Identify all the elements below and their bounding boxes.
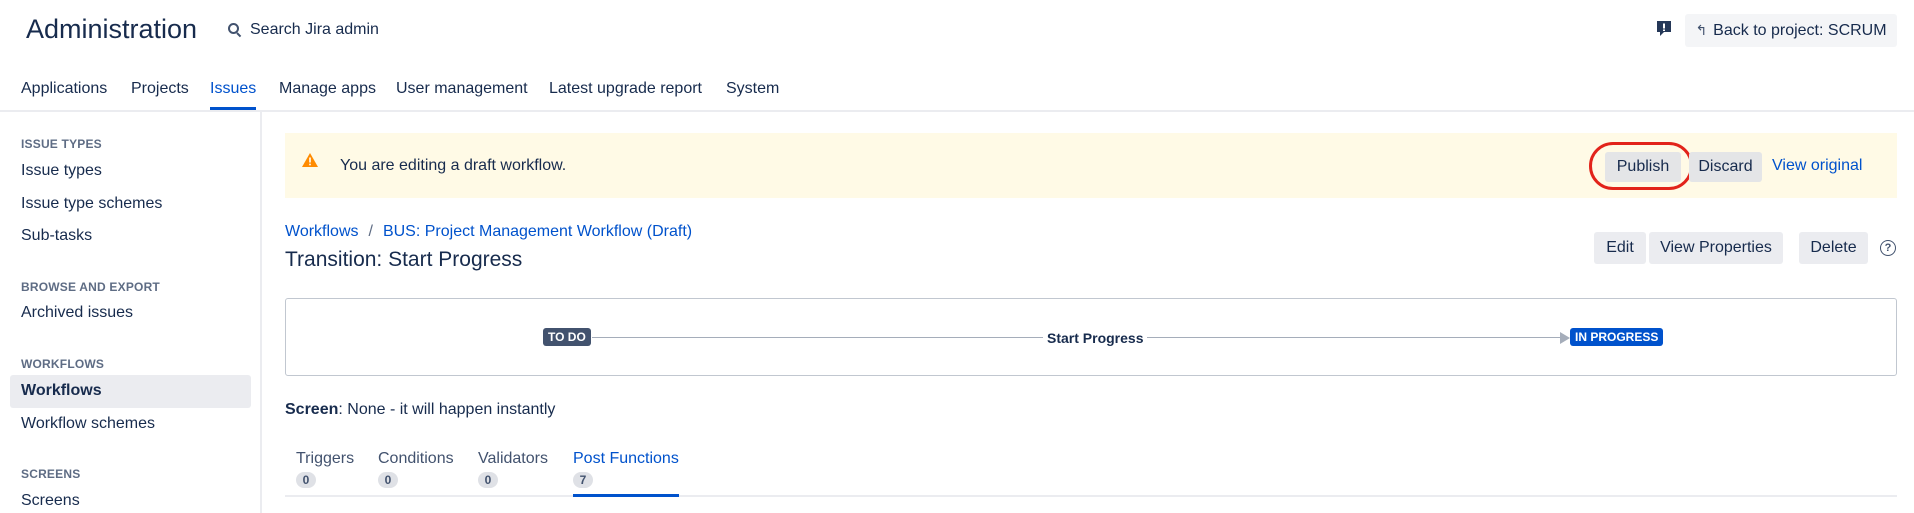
page-title: Transition: Start Progress	[285, 248, 523, 271]
sidebar-item-workflows[interactable]: Workflows	[21, 382, 102, 400]
tab-triggers-label: Triggers	[296, 450, 355, 467]
admin-top-nav: Applications Projects Issues Manage apps…	[0, 62, 1914, 112]
search-icon	[228, 23, 242, 37]
sidebar-heading-browse-and-export: BROWSE AND EXPORT	[21, 280, 160, 294]
tab-conditions-label: Conditions	[378, 450, 454, 467]
tab-issues[interactable]: Issues	[210, 80, 257, 110]
back-arrow-icon: ↰	[1695, 22, 1708, 38]
tab-conditions-count: 0	[378, 472, 398, 488]
sidebar-heading-workflows: WORKFLOWS	[21, 357, 105, 371]
transition-diagram: TO DO Start Progress IN PROGRESS	[285, 298, 1897, 376]
sidebar-item-issue-type-schemes[interactable]: Issue type schemes	[21, 195, 162, 213]
tab-validators-label: Validators	[478, 450, 548, 467]
sidebar-item-archived-issues[interactable]: Archived issues	[21, 304, 133, 322]
edit-button[interactable]: Edit	[1594, 232, 1646, 264]
sidebar-item-workflow-schemes[interactable]: Workflow schemes	[21, 415, 155, 433]
status-todo: TO DO	[543, 328, 591, 346]
tab-system[interactable]: System	[726, 80, 779, 110]
delete-button[interactable]: Delete	[1799, 232, 1868, 264]
breadcrumb: Workflows / BUS: Project Management Work…	[285, 223, 692, 241]
discard-button[interactable]: Discard	[1689, 152, 1762, 182]
tab-latest-upgrade-report[interactable]: Latest upgrade report	[549, 80, 702, 110]
breadcrumb-workflows[interactable]: Workflows	[285, 223, 359, 241]
transition-label: Start Progress	[1043, 330, 1148, 346]
feedback-icon[interactable]	[1655, 20, 1673, 38]
draft-message: You are editing a draft workflow.	[340, 157, 567, 174]
screen-label: Screen	[285, 401, 339, 418]
tab-post-functions-count: 7	[573, 472, 593, 488]
back-to-project-button[interactable]: ↰ Back to project: SCRUM	[1685, 14, 1897, 47]
back-button-label: Back to project: SCRUM	[1713, 21, 1887, 39]
tab-applications[interactable]: Applications	[21, 80, 107, 110]
tab-triggers[interactable]: Triggers 0	[296, 450, 354, 497]
sidebar-heading-issue-types: ISSUE TYPES	[21, 137, 102, 151]
transition-arrow-icon	[1560, 332, 1570, 344]
header: Administration Search Jira admin ↰ Back …	[0, 0, 1914, 62]
breadcrumb-separator: /	[368, 223, 373, 240]
screen-info: Screen: None - it will happen instantly	[285, 401, 555, 419]
help-icon[interactable]: ?	[1880, 240, 1896, 256]
tab-validators-count: 0	[478, 472, 498, 488]
tab-triggers-count: 0	[296, 472, 316, 488]
view-original-link[interactable]: View original	[1772, 157, 1862, 175]
tab-user-management[interactable]: User management	[396, 80, 528, 110]
warning-icon	[302, 153, 318, 167]
draft-workflow-banner: You are editing a draft workflow. Publis…	[285, 133, 1897, 198]
tab-post-functions-label: Post Functions	[573, 450, 679, 467]
search-jira-admin[interactable]: Search Jira admin	[228, 21, 379, 39]
sidebar-item-sub-tasks[interactable]: Sub-tasks	[21, 227, 92, 245]
breadcrumb-workflow-draft[interactable]: BUS: Project Management Workflow (Draft)	[383, 223, 692, 241]
status-in-progress: IN PROGRESS	[1570, 328, 1664, 346]
tab-validators[interactable]: Validators 0	[478, 450, 548, 497]
sidebar: ISSUE TYPES Issue types Issue type schem…	[0, 112, 262, 513]
sidebar-item-issue-types[interactable]: Issue types	[21, 162, 102, 180]
page-header-title: Administration	[26, 14, 198, 44]
tab-manage-apps[interactable]: Manage apps	[279, 80, 376, 110]
sidebar-item-screens[interactable]: Screens	[21, 492, 80, 510]
sidebar-heading-screens: SCREENS	[21, 467, 81, 481]
tab-conditions[interactable]: Conditions 0	[378, 450, 454, 497]
view-properties-button[interactable]: View Properties	[1649, 232, 1783, 264]
tab-projects[interactable]: Projects	[131, 80, 189, 110]
screen-value: : None - it will happen instantly	[338, 401, 556, 418]
tab-post-functions[interactable]: Post Functions 7	[573, 450, 679, 497]
search-label: Search Jira admin	[250, 21, 379, 38]
publish-highlight-ring	[1589, 142, 1693, 190]
transition-tabs: Triggers 0 Conditions 0 Validators 0 Pos…	[285, 447, 1897, 497]
